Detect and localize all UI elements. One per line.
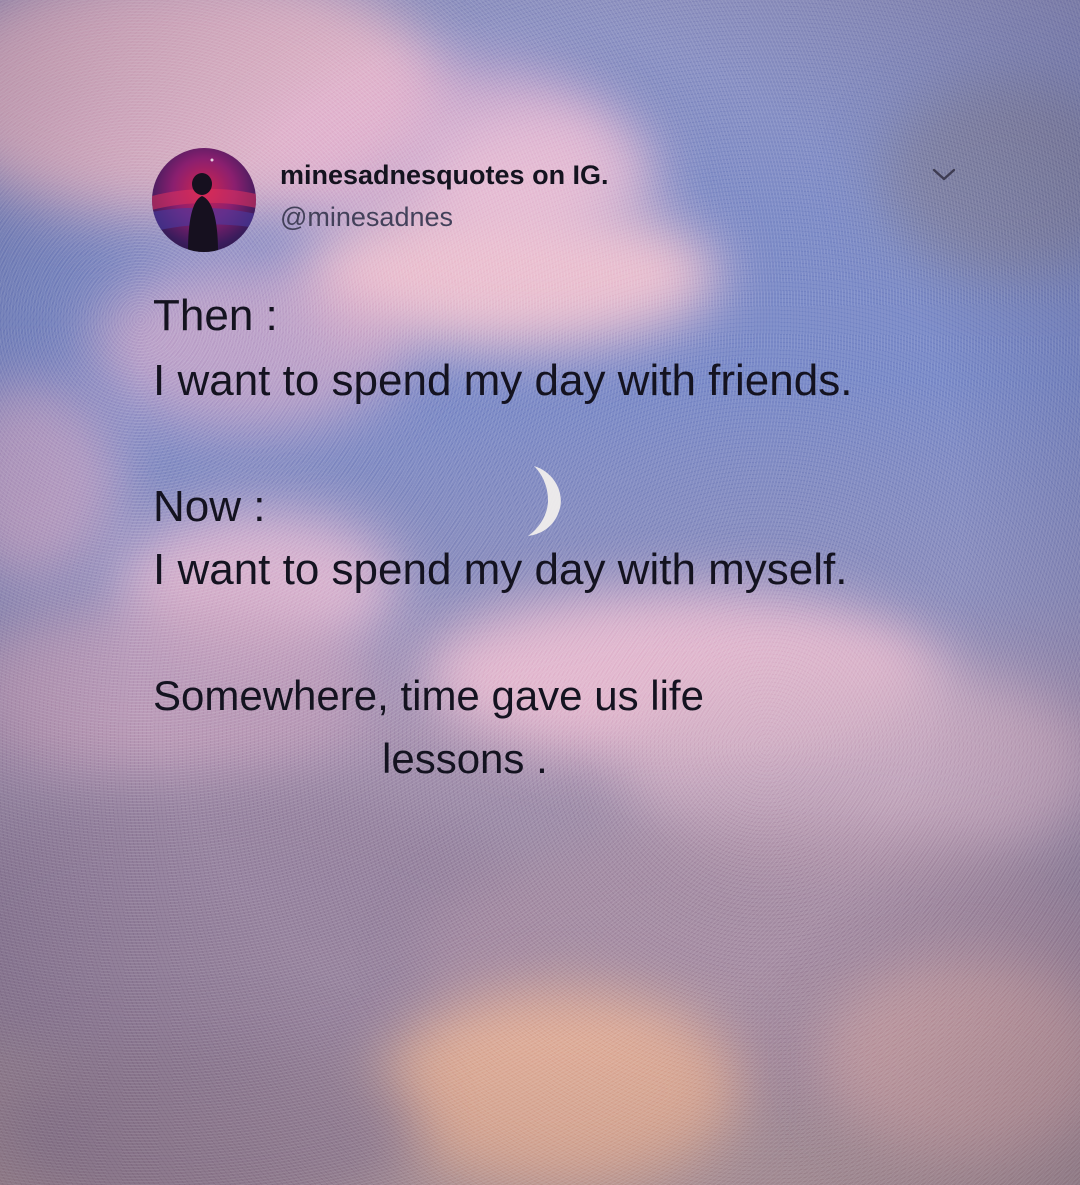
- user-handle[interactable]: @minesadnes: [280, 202, 453, 233]
- avatar[interactable]: [152, 148, 256, 252]
- quote-line-now-label: Now :: [153, 482, 266, 531]
- quote-line-then-text: I want to spend my day with friends.: [153, 356, 853, 405]
- crescent-moon-icon: [528, 466, 561, 536]
- display-name[interactable]: minesadnesquotes on IG.: [280, 160, 609, 191]
- chevron-down-icon[interactable]: [930, 162, 958, 186]
- post-header: minesadnesquotes on IG. @minesadnes: [152, 148, 962, 252]
- quote-line-closing: Somewhere, time gave us life: [153, 672, 704, 719]
- quote-line-closing-end: lessons .: [382, 735, 548, 782]
- quote-line-then-label: Then :: [153, 291, 278, 340]
- quote-line-now-text: I want to spend my day with myself.: [153, 545, 848, 594]
